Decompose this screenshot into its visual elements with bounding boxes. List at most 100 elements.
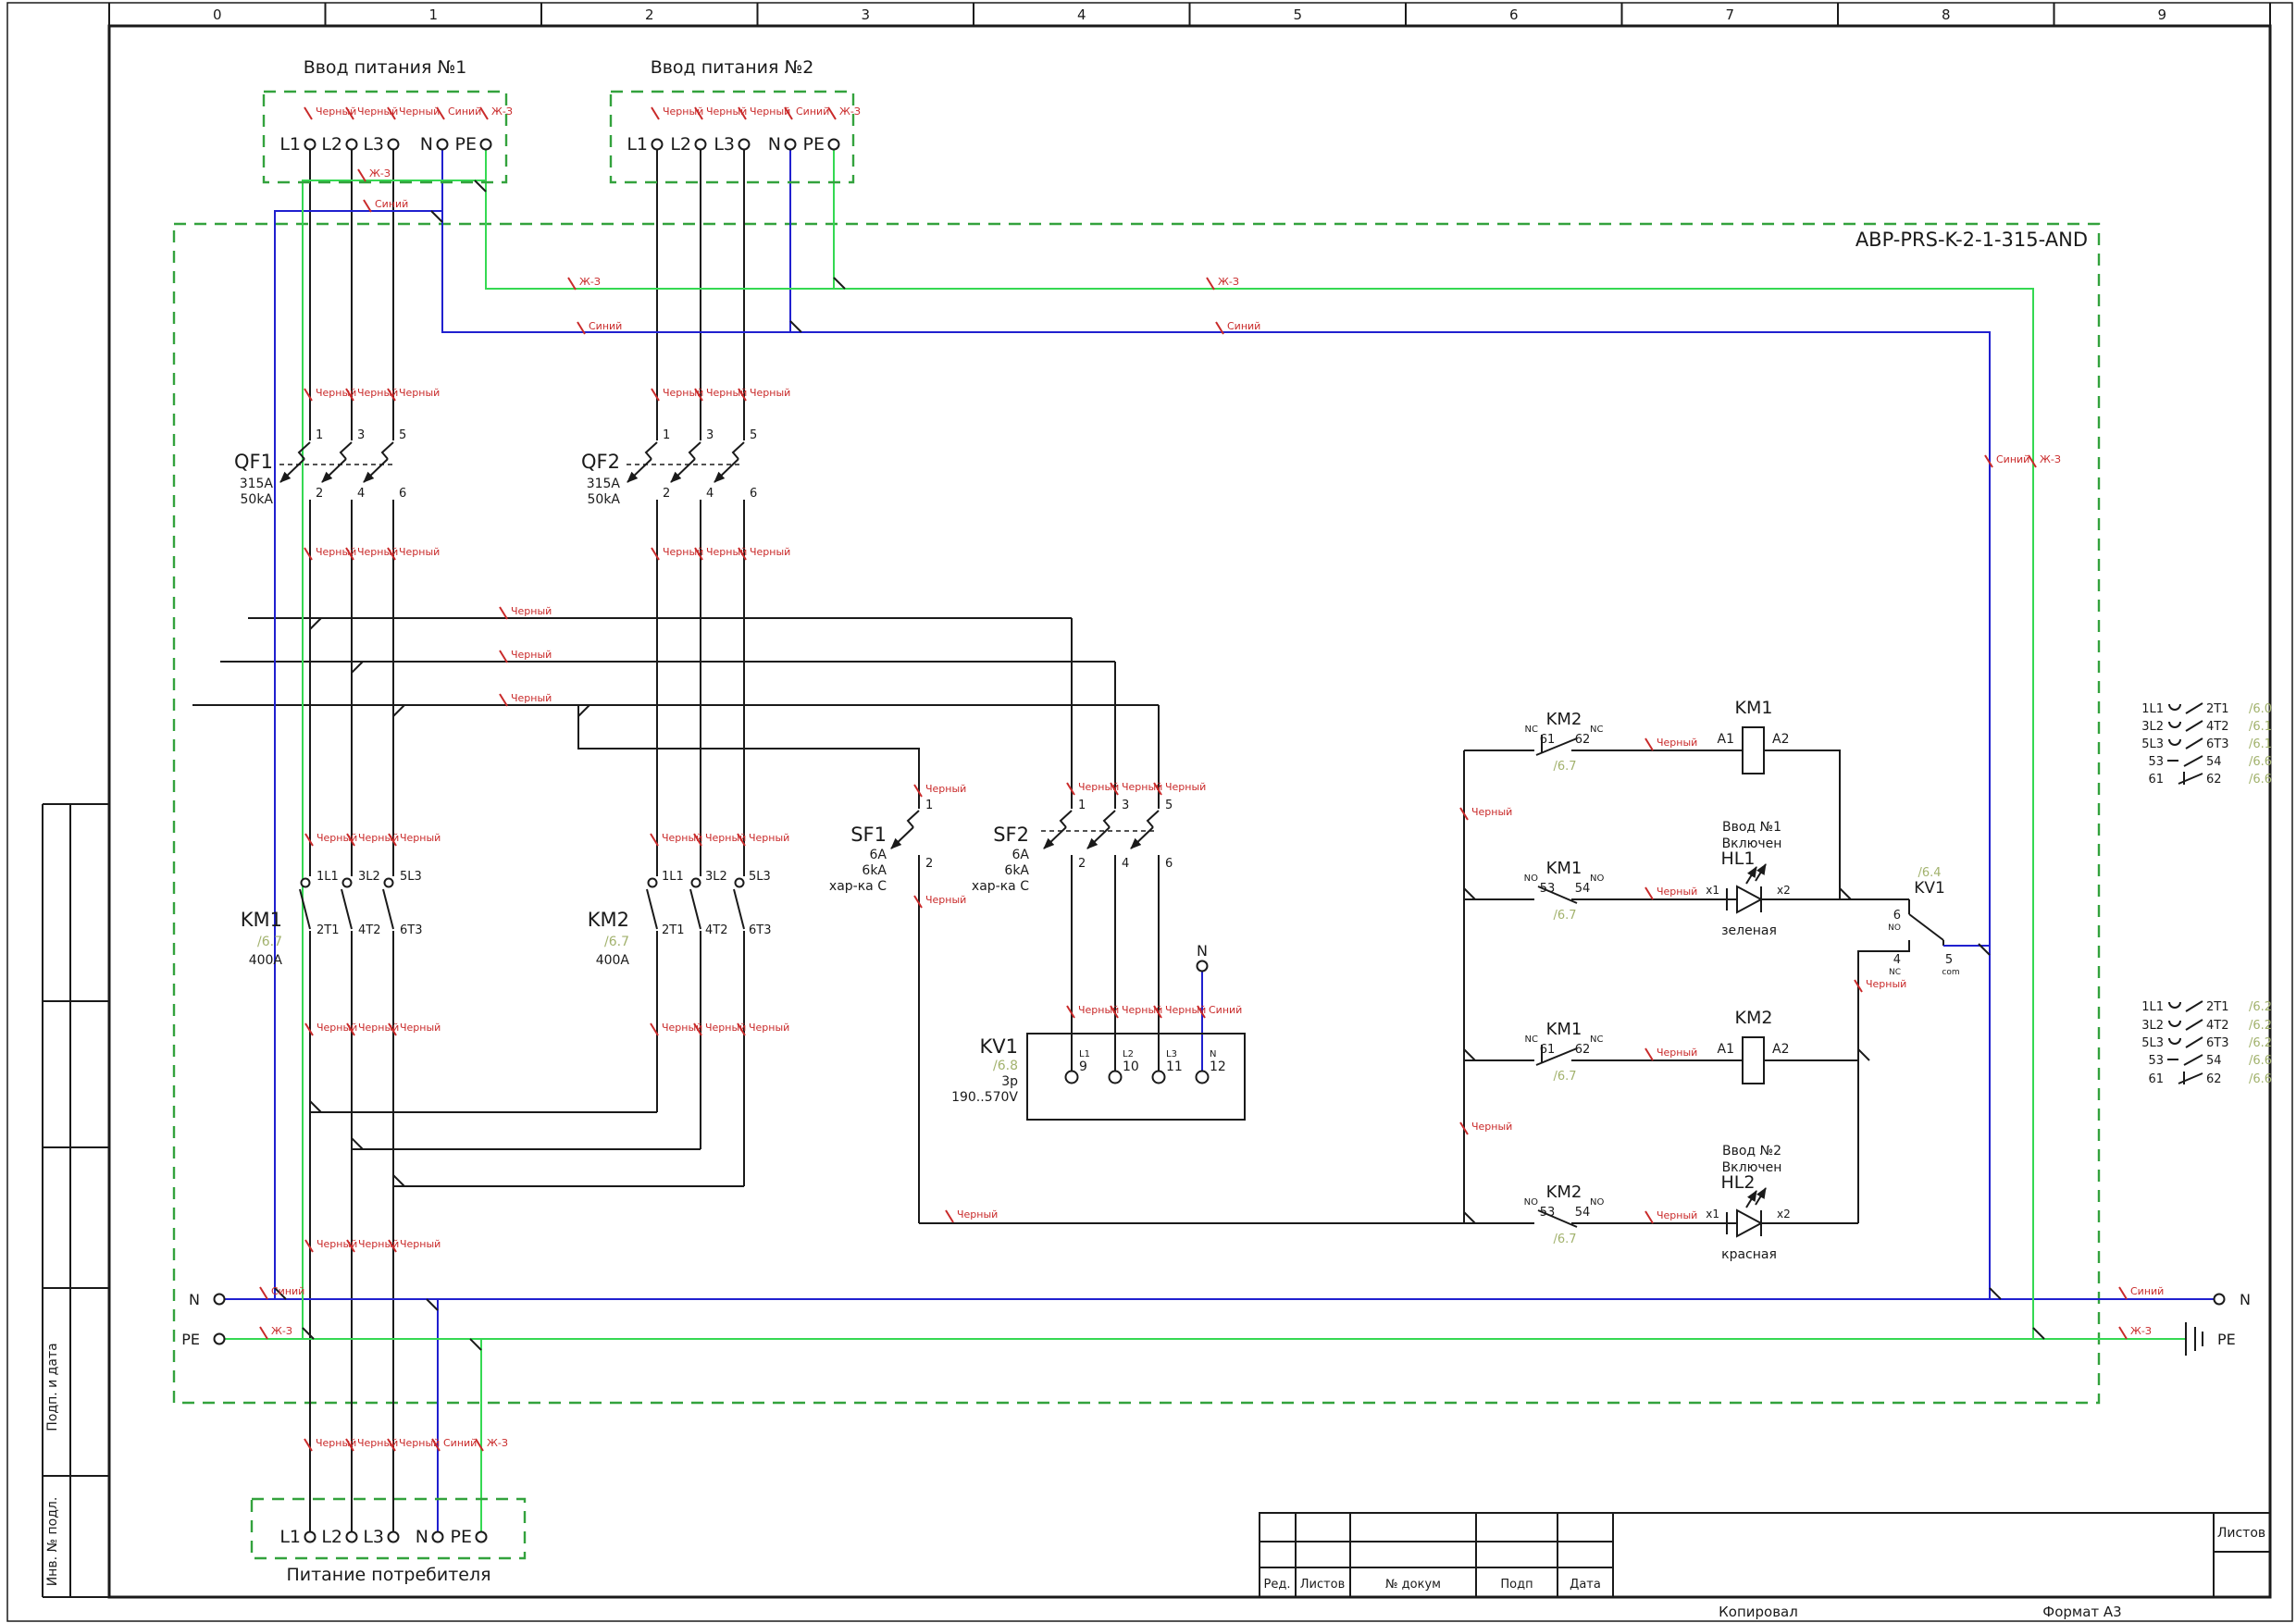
- input-2-terminal-L2: [694, 138, 707, 151]
- km2-coil-a2: A2: [1772, 1042, 1789, 1057]
- row1b-53: 53: [1540, 882, 1556, 896]
- row1-nc-left: NC: [1525, 725, 1538, 735]
- km2-cross-ref-right-0: 2T1: [2206, 1000, 2228, 1014]
- km2-cross-ref-ref-1: /6.2: [2249, 1019, 2272, 1033]
- wire-color-slash-0: [304, 106, 313, 120]
- km2-cross-ref-ref-0: /6.2: [2249, 1000, 2272, 1014]
- qf1-current: 315A: [240, 477, 274, 491]
- kv1-terminal-0: [1064, 1070, 1079, 1084]
- wire-color-label-70: Синий: [271, 1285, 304, 1297]
- sf1-a: 6A: [870, 848, 887, 862]
- consumer-terminal-PE: [475, 1530, 488, 1543]
- qf1-t5: 5: [399, 428, 406, 442]
- sf1-ka: 6kA: [862, 863, 887, 878]
- sf1-name: SF1: [850, 824, 887, 846]
- input-2-terminal-PE: [827, 138, 840, 151]
- kv1-ref: /6.8: [993, 1059, 1018, 1073]
- km2-pole3-contact: [734, 877, 745, 888]
- km2-p2: 2T1: [662, 923, 684, 937]
- terminal-circle-0: [213, 1293, 226, 1306]
- wire-color-label-48: Черный: [749, 1022, 789, 1034]
- km1-ref: /6.7: [257, 935, 282, 949]
- input-1-terminal-PE: [479, 138, 492, 151]
- wire-color-label-11: Синий: [375, 198, 408, 210]
- km1-p1: 1L1: [316, 870, 339, 884]
- row2b-53: 53: [1540, 1206, 1556, 1220]
- km2-p3: 3L2: [705, 870, 727, 884]
- row2b-contact-name: KM2: [1546, 1183, 1582, 1202]
- km1-coil-a1: A1: [1718, 732, 1734, 747]
- input-1-terminal-label-N: N: [420, 134, 433, 155]
- input-2-terminal-label-L2: L2: [670, 134, 691, 155]
- wire-color-label-15: Синий: [1227, 320, 1260, 332]
- sf-breaker-blades: [906, 810, 1160, 828]
- terminal-circle-1: [213, 1332, 226, 1345]
- km1-cross-ref-left-4: 61: [2148, 773, 2164, 787]
- km2-cross-ref-left-2: 5L3: [2141, 1036, 2164, 1050]
- km1-cross-ref-left-0: 1L1: [2141, 702, 2164, 716]
- kv1-contact-name: KV1: [1914, 879, 1945, 898]
- wire-color-label-45: Черный: [400, 1022, 441, 1034]
- km1-cross-ref-glyph-1: [2168, 720, 2203, 732]
- ruler-col-5: 5: [1293, 6, 1302, 23]
- km1-cross-ref-left-1: 3L2: [2141, 720, 2164, 734]
- wire-color-slash-5: [651, 106, 660, 120]
- km2-current: 400A: [596, 953, 630, 968]
- km1-p3: 3L2: [358, 870, 380, 884]
- wire-color-slash-71: [259, 1326, 268, 1340]
- wire-color-slash-70: [259, 1286, 268, 1300]
- input-2-terminal-L3: [738, 138, 751, 151]
- qf2-pole3-arrow: [714, 458, 739, 483]
- sf2-name: SF2: [993, 824, 1029, 846]
- qf2-icu: 50kA: [588, 492, 621, 507]
- qf2-t6: 6: [750, 487, 757, 501]
- km2-cross-ref-right-2: 6T3: [2206, 1036, 2228, 1050]
- title-cell-red: Ред.: [1264, 1578, 1291, 1592]
- consumer-terminal-label-PE: PE: [451, 1527, 472, 1547]
- km2-cross-ref-left-3: 53: [2148, 1054, 2164, 1068]
- n-right-label: N: [2240, 1291, 2251, 1308]
- wire-color-slash-64: [1644, 737, 1654, 751]
- qf1-pole1-arrow: [279, 458, 305, 483]
- control-circuit-wires: [919, 750, 1944, 1224]
- kv1-terminal-2: [1151, 1070, 1166, 1084]
- wire-color-label-62: Черный: [1471, 806, 1512, 818]
- hl2-lamp: [1726, 1187, 1767, 1238]
- wire-color-label-38: Черный: [749, 832, 789, 844]
- kv1-term-12: 12: [1210, 1059, 1226, 1074]
- sf1-t1: 1: [925, 799, 933, 812]
- input-1-terminal-L2: [345, 138, 358, 151]
- wire-color-label-64: Черный: [1657, 737, 1697, 749]
- row1b-no-right: NO: [1590, 873, 1604, 884]
- wire-color-label-67: Черный: [1657, 1209, 1697, 1221]
- wire-color-label-53: Синий: [1209, 1004, 1242, 1016]
- qf1-t6: 6: [399, 487, 406, 501]
- input-2-terminal-L1: [651, 138, 664, 151]
- input-2-title: Ввод питания №2: [651, 57, 814, 78]
- footer-copied: Копировал: [1719, 1604, 1798, 1620]
- terminal-circle-3: [1196, 960, 1209, 973]
- km1-cross-ref-right-1: 4T2: [2206, 720, 2228, 734]
- wire-color-label-12: Ж-З: [579, 276, 601, 288]
- sf1-t2: 2: [925, 857, 933, 871]
- consumer-terminal-L2: [345, 1530, 358, 1543]
- consumer-terminal-N: [431, 1530, 444, 1543]
- wire-color-slash-67: [1644, 1210, 1654, 1224]
- km1-cross-ref-ref-1: /6.1: [2249, 720, 2272, 734]
- km2-ref: /6.7: [604, 935, 629, 949]
- pe-left-label: PE: [181, 1331, 200, 1348]
- ruler-col-3: 3: [861, 6, 870, 23]
- km1-cross-ref-ref-2: /6.1: [2249, 737, 2272, 751]
- wire-color-label-32: Черный: [511, 692, 552, 704]
- wire-color-label-29: Черный: [750, 546, 790, 558]
- wire-color-slash-66: [1644, 1047, 1654, 1061]
- enclosure-box: [172, 222, 2101, 1405]
- row1b-54: 54: [1575, 882, 1591, 896]
- kv1-contact-nc: NC: [1889, 968, 1901, 977]
- sf2-pole1-arrow: [1043, 826, 1067, 849]
- kv1-contact-5: 5: [1945, 953, 1953, 967]
- consumer-terminal-label-L2: L2: [321, 1527, 342, 1547]
- input-1-terminal-L1: [304, 138, 316, 151]
- wire-color-label-69: Черный: [957, 1208, 998, 1220]
- row2-contact-name: KM1: [1546, 1020, 1582, 1039]
